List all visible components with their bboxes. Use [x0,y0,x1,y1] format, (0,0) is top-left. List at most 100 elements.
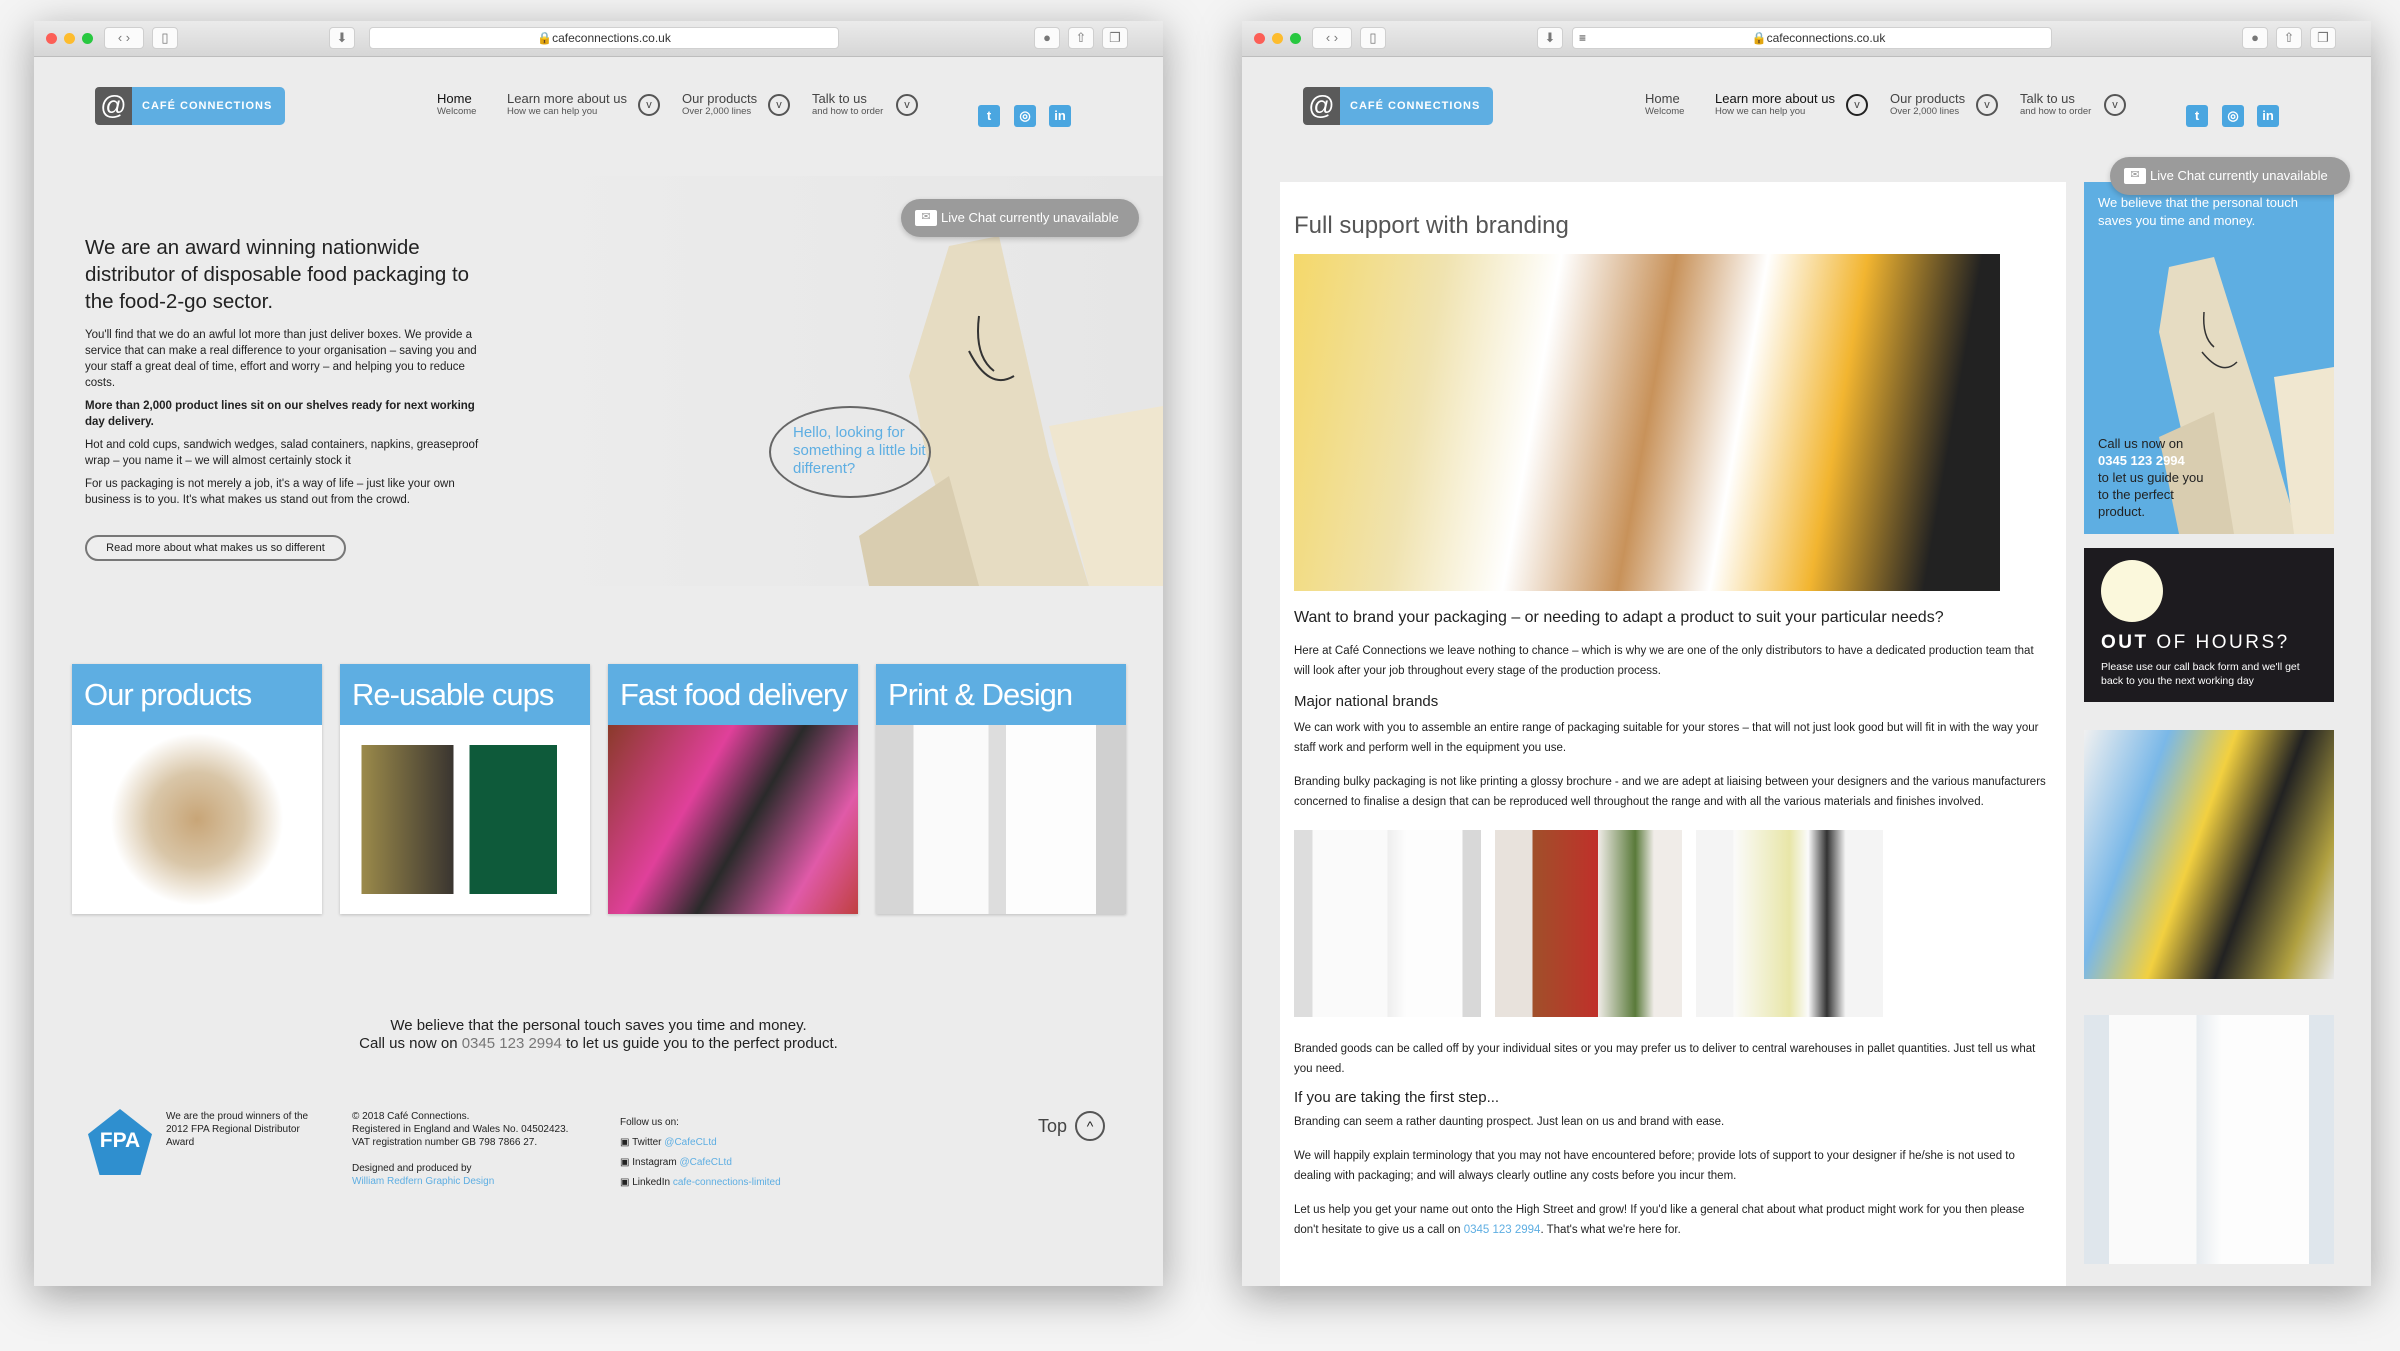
monmouth-cups-thumbnail[interactable] [1294,830,1481,1017]
speech-bubble-text: Hello, looking for something a little bi… [793,424,926,477]
nav-our-products[interactable]: Our products Over 2,000 lines [1890,91,1965,117]
personal-touch-text: We believe that the personal touch saves… [2098,195,2298,228]
nav-talk-to-us[interactable]: Talk to us and how to order [812,91,883,117]
nav-title: Learn more about us [507,91,627,106]
instagram-icon[interactable]: ◎ [1014,105,1036,127]
back-forward-buttons[interactable]: ‹ › [1312,27,1352,49]
extension-icon[interactable]: ● [1034,27,1060,49]
chevron-down-icon[interactable]: v [896,94,918,116]
nav-title: Our products [682,91,758,106]
address-bar[interactable]: 🔒cafeconnections.co.uk [369,27,839,49]
personal-touch-card[interactable]: We believe that the personal touch saves… [2084,182,2334,534]
minimize-window-button[interactable] [64,33,75,44]
linkedin-icon[interactable]: in [1049,105,1071,127]
intro-paragraph: More than 2,000 product lines sit on our… [85,400,475,428]
nav-subtitle: Over 2,000 lines [1890,106,1960,117]
maximize-window-button[interactable] [1290,33,1301,44]
white-bag-thumbnail[interactable] [1696,830,1883,1017]
linkedin-link[interactable]: cafe-connections-limited [673,1177,781,1188]
nav-learn-more[interactable]: Learn more about us How we can help you [1715,91,1835,117]
tile-title: Print & Design [876,664,1126,725]
award-text: We are the proud winners of the 2012 FPA… [166,1111,309,1148]
chevron-up-icon: ^ [1075,1111,1106,1141]
twitter-link[interactable]: @CafeCLtd [664,1137,716,1148]
nav-home[interactable]: Home Welcome [437,91,476,117]
tile-reusable-cups[interactable]: Re-usable cups [340,664,590,914]
site-logo[interactable]: @ CAFÉ CONNECTIONS [95,87,285,125]
chevron-down-icon[interactable]: v [1846,94,1868,116]
products-heart-image [72,725,322,914]
close-window-button[interactable] [46,33,57,44]
heading-rest: OF HOURS? [2148,632,2290,653]
vat-number: VAT registration number GB 798 7866 27. [352,1137,538,1148]
nav-subtitle: Over 2,000 lines [682,106,752,117]
tagline-text: to let us guide you to the perfect produ… [561,1035,838,1052]
tile-fast-food-delivery[interactable]: Fast food delivery [608,664,858,914]
phone-link[interactable]: 0345 123 2994 [462,1035,562,1052]
share-icon[interactable]: ⇧ [1068,27,1094,49]
site-logo[interactable]: @ CAFÉ CONNECTIONS [1303,87,1493,125]
monmouth-cups-image[interactable] [2084,1015,2334,1264]
nav-title: Learn more about us [1715,91,1835,106]
sidebar-icon[interactable]: ▯ [1360,27,1386,49]
paragraph: Branding can seem a rather daunting pros… [1294,1116,1725,1128]
paragraph: Let us help you get your name out onto t… [1294,1200,2052,1240]
reader-icon[interactable]: ≡ [1573,28,1586,48]
tile-title: Our products [72,664,322,725]
sidebar-icon[interactable]: ▯ [152,27,178,49]
linkedin-icon[interactable]: in [2257,105,2279,127]
chevron-down-icon[interactable]: v [2104,94,2126,116]
twitter-label: Twitter [632,1137,662,1148]
envelope-icon: ✉ [915,210,937,226]
back-forward-buttons[interactable]: ‹ › [104,27,144,49]
live-chat-button[interactable]: ✉ Live Chat currently unavailable [2110,157,2350,195]
instagram-link[interactable]: @CafeCLtd [679,1157,731,1168]
colored-cups-image[interactable] [2084,730,2334,979]
chevron-down-icon[interactable]: v [638,94,660,116]
twitter-icon[interactable]: t [2186,105,2208,127]
tabs-icon[interactable]: ❐ [1102,27,1128,49]
nav-learn-more[interactable]: Learn more about us How we can help you [507,91,627,117]
tagline: We believe that the personal touch saves… [34,1017,1163,1053]
nav-title: Our products [1890,91,1966,106]
address-bar[interactable]: ≡ 🔒cafeconnections.co.uk [1572,27,2052,49]
intro-paragraph: For us packaging is not merely a job, it… [85,478,455,506]
follow-heading: Follow us on: [620,1117,679,1128]
logo-text: CAFÉ CONNECTIONS [1340,87,1493,125]
printed-cups-image [876,725,1126,914]
nav-home[interactable]: Home Welcome [1645,91,1684,117]
live-chat-label: Live Chat currently unavailable [2150,168,2328,183]
designer-link[interactable]: William Redfern Graphic Design [352,1175,592,1188]
url-text: cafeconnections.co.uk [552,31,671,45]
download-icon[interactable]: ⬇ [1537,27,1563,49]
paper-bag-thumbnail[interactable] [1495,830,1682,1017]
paragraph: Branding bulky packaging is not like pri… [1294,776,2046,808]
read-more-button[interactable]: Read more about what makes us so differe… [85,535,346,561]
nav-subtitle: Welcome [1645,106,1685,117]
live-chat-button[interactable]: ✉ Live Chat currently unavailable [901,199,1139,237]
minimize-window-button[interactable] [1272,33,1283,44]
nav-our-products[interactable]: Our products Over 2,000 lines [682,91,757,117]
share-icon[interactable]: ⇧ [2276,27,2302,49]
back-to-top[interactable]: Top ^ [1038,1111,1106,1141]
maximize-window-button[interactable] [82,33,93,44]
copyright: © 2018 Café Connections. [352,1111,470,1122]
twitter-icon[interactable]: t [978,105,1000,127]
phone-link[interactable]: 0345 123 2994 [1464,1224,1541,1236]
phone-number[interactable]: 0345 123 2994 [2098,452,2208,469]
tabs-icon[interactable]: ❐ [2310,27,2336,49]
fpa-logo-text: FPA [99,1129,141,1152]
logo-spiral-icon: @ [95,87,132,125]
download-icon[interactable]: ⬇ [329,27,355,49]
chevron-down-icon[interactable]: v [1976,94,1998,116]
subheading: Major national brands [1294,693,1439,710]
tile-print-design[interactable]: Print & Design [876,664,1126,914]
out-of-hours-card[interactable]: OUT OF HOURS? Please use our call back f… [2084,548,2334,702]
close-window-button[interactable] [1254,33,1265,44]
extension-icon[interactable]: ● [2242,27,2268,49]
speech-bubble: Hello, looking for something a little bi… [769,406,931,498]
chevron-down-icon[interactable]: v [768,94,790,116]
nav-talk-to-us[interactable]: Talk to us and how to order [2020,91,2091,117]
tile-our-products[interactable]: Our products [72,664,322,914]
instagram-icon[interactable]: ◎ [2222,105,2244,127]
